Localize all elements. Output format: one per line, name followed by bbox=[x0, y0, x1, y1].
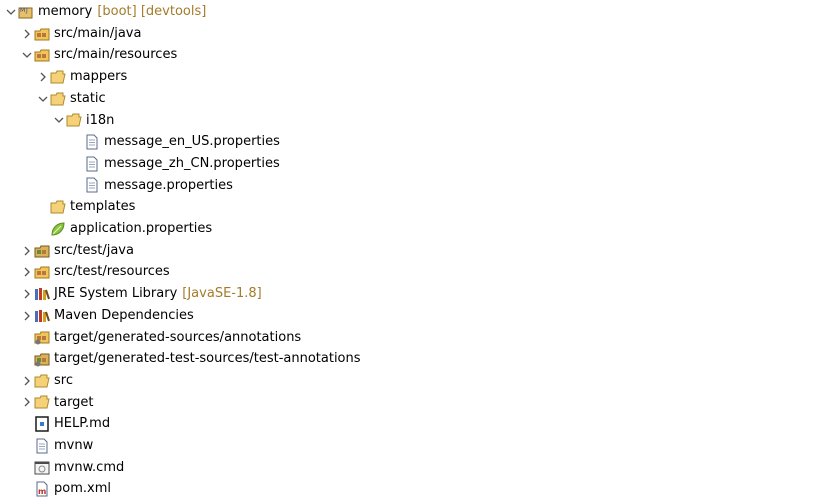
tree-item-label: JRE System Library bbox=[54, 286, 178, 302]
folder-icon bbox=[34, 373, 50, 389]
folder-icon bbox=[50, 199, 66, 215]
tree-item-label: message_en_US.properties bbox=[104, 134, 280, 150]
tree-item-label: application.properties bbox=[70, 221, 213, 236]
folder-icon bbox=[50, 91, 66, 107]
tree-item-project[interactable]: MJ memory [boot] [devtools] bbox=[4, 1, 206, 23]
tree-item-label: target/generated-sources/annotations bbox=[54, 329, 302, 345]
tree-item-label: src/test/resources bbox=[54, 264, 170, 280]
chevron-right-icon[interactable] bbox=[20, 287, 34, 301]
svg-text:m: m bbox=[38, 487, 46, 496]
tree-item-label: templates bbox=[70, 199, 136, 215]
markdown-file-icon bbox=[34, 416, 50, 432]
chevron-right-icon[interactable] bbox=[20, 27, 34, 41]
folder-icon bbox=[66, 112, 82, 128]
spring-leaf-icon bbox=[50, 221, 66, 237]
chevron-right-icon[interactable] bbox=[20, 244, 34, 258]
tree-item-label: static bbox=[70, 90, 106, 106]
tree-item-i18n[interactable]: i18n bbox=[52, 110, 114, 132]
chevron-right-icon[interactable] bbox=[20, 374, 34, 388]
chevron-right-icon[interactable] bbox=[20, 265, 34, 279]
tree-item-label: target bbox=[54, 394, 94, 410]
tree-item-label: HELP.md bbox=[54, 416, 111, 432]
text-file-icon bbox=[84, 177, 100, 193]
tree-item-help-md[interactable]: HELP.md bbox=[34, 413, 110, 435]
cmd-file-icon bbox=[34, 460, 50, 476]
chevron-right-icon[interactable] bbox=[20, 309, 34, 323]
tree-item-templates[interactable]: templates bbox=[50, 196, 135, 218]
tree-item-label: mvnw.cmd bbox=[54, 459, 125, 475]
tree-item-mvnw-cmd[interactable]: mvnw.cmd bbox=[34, 457, 124, 479]
tree-item-application-properties[interactable]: application.properties bbox=[50, 218, 212, 240]
file-icon bbox=[34, 438, 50, 454]
package-folder-icon bbox=[34, 264, 50, 280]
tree-item-label: message.properties bbox=[104, 177, 233, 193]
package-folder-icon bbox=[34, 47, 50, 63]
maven-pom-icon: m bbox=[34, 481, 50, 497]
tree-item-maven-dependencies[interactable]: Maven Dependencies bbox=[20, 305, 194, 327]
tree-item-generated-sources[interactable]: target/generated-sources/annotations bbox=[34, 327, 301, 349]
maven-project-icon: MJ bbox=[18, 4, 34, 20]
chevron-down-icon[interactable] bbox=[20, 48, 34, 62]
tree-item-mvnw[interactable]: mvnw bbox=[34, 435, 93, 457]
tree-item-label: i18n bbox=[86, 112, 115, 128]
tree-item-decoration: [JavaSE-1.8] bbox=[182, 286, 262, 302]
tree-item-src[interactable]: src bbox=[20, 370, 73, 392]
tree-item-label: src/main/java bbox=[54, 25, 142, 41]
text-file-icon bbox=[84, 156, 100, 172]
project-name: memory bbox=[38, 4, 93, 19]
tree-item-message-en-us[interactable]: message_en_US.properties bbox=[84, 131, 280, 153]
tree-item-label: target/generated-test-sources/test-annot… bbox=[54, 351, 361, 367]
tree-item-label: mappers bbox=[70, 69, 128, 85]
tree-item-src-test-resources[interactable]: src/test/resources bbox=[20, 261, 170, 283]
chevron-down-icon[interactable] bbox=[4, 5, 18, 19]
tree-item-pom-xml[interactable]: m pom.xml bbox=[34, 478, 111, 500]
tree-item-label: Maven Dependencies bbox=[54, 307, 194, 323]
package-folder-icon bbox=[34, 329, 50, 345]
tree-item-src-main-resources[interactable]: src/main/resources bbox=[20, 44, 177, 66]
text-file-icon bbox=[84, 134, 100, 150]
tree-item-mappers[interactable]: mappers bbox=[36, 66, 127, 88]
tree-item-label: src bbox=[54, 372, 73, 388]
folder-icon bbox=[34, 394, 50, 410]
library-icon bbox=[34, 286, 50, 302]
tree-item-src-test-java[interactable]: src/test/java bbox=[20, 240, 134, 262]
tree-item-label: message_zh_CN.properties bbox=[104, 155, 280, 171]
tree-item-label: src/main/resources bbox=[54, 47, 178, 63]
tree-item-message-zh-cn[interactable]: message_zh_CN.properties bbox=[84, 153, 280, 175]
tree-item-generated-test-sources[interactable]: target/generated-test-sources/test-annot… bbox=[34, 348, 361, 370]
library-icon bbox=[34, 308, 50, 324]
chevron-right-icon[interactable] bbox=[36, 70, 50, 84]
folder-icon bbox=[50, 69, 66, 85]
chevron-down-icon[interactable] bbox=[36, 92, 50, 106]
project-explorer-tree: MJ memory [boot] [devtools] src/main/jav… bbox=[0, 0, 828, 503]
package-folder-icon bbox=[34, 351, 50, 367]
project-decoration: [boot] [devtools] bbox=[97, 4, 207, 19]
tree-item-jre-library[interactable]: JRE System Library [JavaSE-1.8] bbox=[20, 283, 262, 305]
tree-item-src-main-java[interactable]: src/main/java bbox=[20, 23, 141, 45]
tree-item-label: src/test/java bbox=[54, 242, 134, 258]
tree-item-target[interactable]: target bbox=[20, 392, 94, 414]
tree-item-label: mvnw bbox=[54, 438, 94, 453]
tree-item-static[interactable]: static bbox=[36, 88, 106, 110]
package-folder-icon bbox=[34, 26, 50, 42]
tree-item-label: pom.xml bbox=[54, 481, 111, 497]
chevron-down-icon[interactable] bbox=[52, 113, 66, 127]
chevron-right-icon[interactable] bbox=[20, 395, 34, 409]
package-folder-icon bbox=[34, 243, 50, 259]
svg-text:J: J bbox=[25, 7, 28, 14]
tree-item-message[interactable]: message.properties bbox=[84, 175, 233, 197]
svg-text:M: M bbox=[20, 7, 25, 14]
